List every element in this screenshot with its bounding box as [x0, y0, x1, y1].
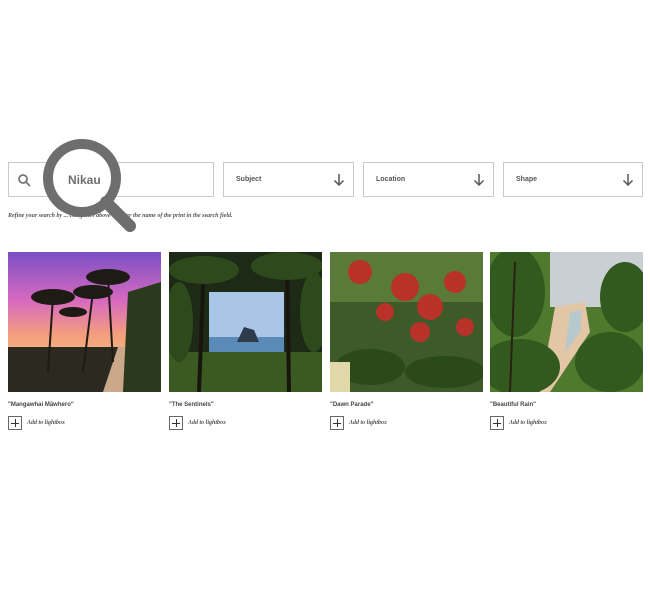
subject-dropdown[interactable]: Subject — [223, 162, 354, 197]
plus-icon — [169, 416, 183, 430]
print-card[interactable]: "The Sentinels" Add to lightbox — [169, 252, 322, 430]
print-photo[interactable] — [169, 252, 322, 392]
print-title[interactable]: "Beautiful Rain" — [490, 402, 643, 408]
arrow-down-icon — [473, 174, 485, 187]
print-title[interactable]: "The Sentinels" — [169, 402, 322, 408]
print-title[interactable]: "Mangawhai Māwhero" — [8, 402, 161, 408]
search-icon — [18, 174, 31, 187]
add-to-lightbox-button[interactable]: Add to lightbox — [169, 416, 322, 430]
print-photo[interactable] — [330, 252, 483, 392]
print-card[interactable]: "Dawn Parade" Add to lightbox — [330, 252, 483, 430]
add-to-lightbox-button[interactable]: Add to lightbox — [8, 416, 161, 430]
arrow-down-icon — [622, 174, 634, 187]
add-to-lightbox-button[interactable]: Add to lightbox — [490, 416, 643, 430]
plus-icon — [490, 416, 504, 430]
add-to-lightbox-label: Add to lightbox — [509, 420, 548, 426]
print-card[interactable]: "Mangawhai Māwhero" Add to lightbox — [8, 252, 161, 430]
print-photo[interactable] — [8, 252, 161, 392]
print-title[interactable]: "Dawn Parade" — [330, 402, 483, 408]
plus-icon — [8, 416, 22, 430]
shape-dropdown-label: Shape — [516, 176, 538, 183]
arrow-down-icon — [333, 174, 345, 187]
add-to-lightbox-label: Add to lightbox — [27, 420, 66, 426]
plus-icon — [330, 416, 344, 430]
subject-dropdown-label: Subject — [236, 176, 262, 183]
search-query-text: Nikau — [68, 173, 101, 187]
add-to-lightbox-button[interactable]: Add to lightbox — [330, 416, 483, 430]
shape-dropdown[interactable]: Shape — [503, 162, 643, 197]
location-dropdown-label: Location — [376, 176, 406, 183]
add-to-lightbox-label: Add to lightbox — [349, 420, 388, 426]
location-dropdown[interactable]: Location — [363, 162, 494, 197]
add-to-lightbox-label: Add to lightbox — [188, 420, 227, 426]
print-card[interactable]: "Beautiful Rain" Add to lightbox — [490, 252, 643, 430]
print-photo[interactable] — [490, 252, 643, 392]
